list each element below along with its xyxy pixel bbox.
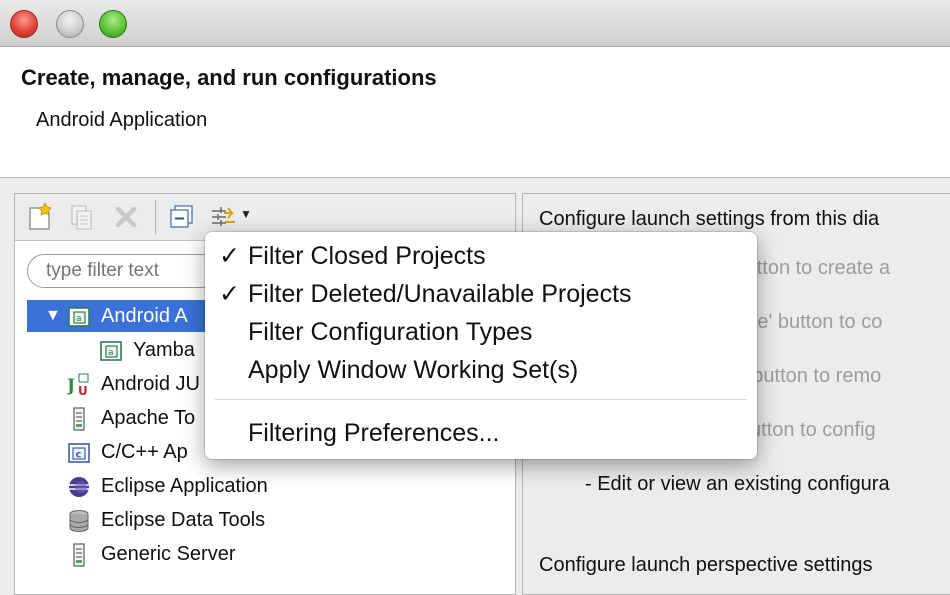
checkmark-icon: ✓ bbox=[219, 280, 240, 308]
chevron-down-icon: ▼ bbox=[240, 207, 252, 221]
junit-icon: JU bbox=[65, 373, 91, 398]
tree-item-eclipse-application[interactable]: Eclipse Application bbox=[15, 470, 515, 502]
menu-item-label: Filter Deleted/Unavailable Projects bbox=[248, 280, 632, 308]
window-titlebar bbox=[0, 0, 950, 47]
duplicate-button[interactable] bbox=[67, 202, 97, 232]
tree-item-generic-server[interactable]: Generic Server bbox=[15, 538, 515, 570]
tree-item-label: Generic Server bbox=[101, 543, 236, 565]
new-configuration-icon bbox=[29, 202, 52, 230]
tree-item-label: C/C++ Ap bbox=[101, 441, 188, 463]
android-application-icon: a bbox=[99, 339, 123, 363]
svg-text:J: J bbox=[67, 376, 75, 396]
svg-text:a: a bbox=[108, 348, 114, 358]
svg-text:c: c bbox=[76, 450, 82, 461]
server-icon bbox=[67, 543, 91, 567]
menu-item-label: Filter Closed Projects bbox=[248, 242, 486, 270]
new-configuration-button[interactable] bbox=[25, 202, 55, 232]
android-application-icon: a bbox=[67, 305, 91, 329]
filter-menu-button[interactable]: ▼ bbox=[209, 202, 252, 232]
dialog-title: Create, manage, and run configurations bbox=[21, 65, 437, 90]
disclosure-triangle-icon[interactable]: ▼ bbox=[45, 300, 61, 332]
tree-item-label: Eclipse Application bbox=[101, 475, 268, 497]
tree-item-label: Yamba bbox=[133, 339, 195, 361]
menu-item-label: Filter Configuration Types bbox=[248, 318, 533, 346]
tree-item-label: Apache To bbox=[101, 407, 196, 429]
checkmark-icon: ✓ bbox=[219, 242, 240, 270]
eclipse-icon bbox=[67, 475, 91, 499]
tree-item-label: Android A bbox=[101, 305, 188, 327]
duplicate-icon bbox=[71, 205, 92, 230]
minimize-window-button[interactable] bbox=[56, 10, 84, 38]
tree-item-eclipse-data-tools[interactable]: Eclipse Data Tools bbox=[15, 504, 515, 536]
menu-item-filter-closed-projects[interactable]: ✓ Filter Closed Projects bbox=[205, 237, 757, 275]
instruction-edit: - Edit or view an existing configura bbox=[585, 473, 890, 495]
instructions-perspective: Configure launch perspective settings bbox=[539, 554, 873, 576]
delete-icon bbox=[115, 206, 137, 228]
filter-dropdown-menu: ✓ Filter Closed Projects ✓ Filter Delete… bbox=[205, 232, 757, 459]
svg-text:a: a bbox=[76, 314, 82, 324]
filter-icon bbox=[212, 207, 235, 226]
close-window-button[interactable] bbox=[10, 10, 38, 38]
svg-text:U: U bbox=[78, 384, 88, 397]
zoom-window-button[interactable] bbox=[99, 10, 127, 38]
menu-item-filter-deleted-projects[interactable]: ✓ Filter Deleted/Unavailable Projects bbox=[205, 275, 757, 313]
tree-item-label: Eclipse Data Tools bbox=[101, 509, 266, 531]
dialog-header: Create, manage, and run configurations A… bbox=[0, 47, 950, 178]
c-application-icon: c bbox=[67, 441, 91, 465]
instructions-intro: Configure launch settings from this dia bbox=[539, 208, 880, 230]
menu-item-filtering-preferences[interactable]: Filtering Preferences... bbox=[205, 414, 757, 452]
delete-button[interactable] bbox=[111, 202, 141, 232]
database-icon bbox=[67, 509, 91, 533]
menu-item-label: Filtering Preferences... bbox=[248, 419, 500, 447]
menu-item-filter-configuration-types[interactable]: Filter Configuration Types bbox=[205, 313, 757, 351]
menu-item-label: Apply Window Working Set(s) bbox=[248, 356, 579, 384]
collapse-all-icon bbox=[170, 205, 193, 228]
server-icon bbox=[67, 407, 91, 431]
dialog-subtitle: Android Application bbox=[36, 109, 208, 131]
menu-separator bbox=[215, 399, 747, 400]
tree-item-label: Android JU bbox=[101, 373, 200, 395]
menu-item-apply-window-working-sets[interactable]: Apply Window Working Set(s) bbox=[205, 351, 757, 389]
collapse-all-button[interactable] bbox=[167, 202, 197, 232]
toolbar-separator bbox=[155, 200, 156, 234]
